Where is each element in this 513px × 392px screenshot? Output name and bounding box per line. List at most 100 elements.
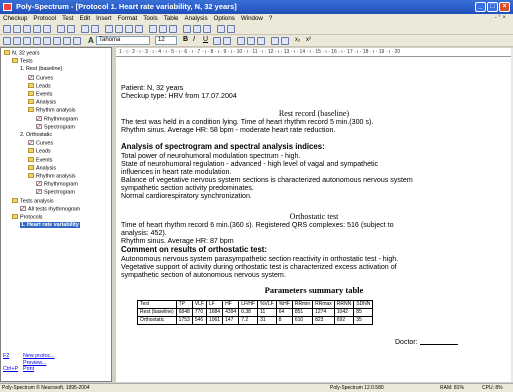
mdi-controls[interactable]: - ° × [492,14,509,23]
leads-icon[interactable] [115,25,123,33]
menu-table[interactable]: Table [161,14,182,23]
tree-item-label: Curves [36,75,54,82]
tree-item[interactable]: Rhythm analysis [28,107,76,114]
preview-link[interactable]: Preview... [23,360,46,366]
print-link[interactable]: Print [23,366,34,372]
table-header-cell: TP [175,300,193,309]
tree-item[interactable]: Spectrogram [36,123,75,131]
menu-protocol[interactable]: Protocol [30,14,59,23]
menu-help[interactable]: ? [266,14,275,23]
spectrogram-line-3: influences in heart rate modulation. [121,168,232,176]
print-icon[interactable] [33,25,41,33]
tree-item[interactable]: Rhythmogram [36,181,78,188]
tree-item[interactable]: Rhythm analysis [28,173,76,180]
minimize-button[interactable]: _ [475,2,486,12]
tree-item[interactable]: Protocols [12,214,42,221]
redo-icon[interactable] [53,37,61,45]
table-icon[interactable] [193,25,201,33]
record-icon[interactable] [57,25,65,33]
marker-icon[interactable] [135,25,143,33]
font-name-select[interactable]: Tahoma [96,36,150,45]
paste-icon[interactable] [33,37,41,45]
align-left-icon[interactable] [237,37,245,45]
tree-item[interactable]: Analysis [28,99,56,106]
tree-item[interactable]: Spectrogram [36,189,75,196]
highlight-icon[interactable] [223,37,231,45]
scale-icon[interactable] [169,25,177,33]
menu-analysis[interactable]: Analysis [182,14,211,23]
tree-item[interactable]: 2. Orthostatic [20,132,52,139]
table-header-cell: %HF [275,300,293,309]
table-header-cell: RRmin [291,300,314,309]
filter-icon[interactable] [125,25,133,33]
subscript-icon[interactable]: x₂ [295,37,300,43]
spectrum-icon[interactable] [227,25,235,33]
align-center-icon[interactable] [247,37,255,45]
menu-format[interactable]: Format [115,14,141,23]
new-icon[interactable] [3,25,11,33]
tree-item[interactable]: Events [28,91,52,98]
menu-tools[interactable]: Tools [140,14,160,23]
tree-item[interactable]: Events [28,156,52,164]
tree-item[interactable]: All tests rhythmogram [20,205,80,213]
find-icon[interactable] [63,37,71,45]
curve-icon [36,123,42,129]
list-icon[interactable] [271,37,279,45]
analysis-icon[interactable] [217,25,225,33]
copy-icon[interactable] [23,37,31,45]
close-button[interactable]: × [499,2,510,12]
menu-edit[interactable]: Edit [76,14,93,23]
tree-item[interactable]: Leads [28,148,51,155]
open-icon[interactable] [13,25,21,33]
grid-icon[interactable] [159,25,167,33]
color-icon[interactable] [213,37,221,45]
cut-icon[interactable] [3,37,11,45]
shortcut-key: F2 [3,353,10,359]
spectrogram-line-2: State of neurohumoral regulation - advan… [121,160,379,168]
tree-item[interactable]: Tests analysis [12,197,54,205]
table-cell: 692 [333,316,355,325]
undo-icon[interactable] [43,37,51,45]
protocol-document[interactable]: Patient: N, 32 years Checkup type: HRV f… [116,57,512,382]
superscript-icon[interactable]: x² [306,37,311,43]
menu-test[interactable]: Test [59,14,76,23]
italic-icon[interactable]: I [193,36,195,43]
text-style-icon[interactable]: A [88,36,94,45]
tree-item[interactable]: Curves [28,140,53,147]
table-cell: 35 [353,316,374,325]
menu-window[interactable]: Window [238,14,266,23]
ruler[interactable]: · 1 · ı · 2 · ı · 3 · ı · 4 · ı · 5 · ı … [116,48,512,57]
replace-icon[interactable] [73,37,81,45]
stop-icon[interactable] [67,25,75,33]
signature-underline [419,344,458,345]
underline-icon[interactable]: U [203,36,208,43]
menu-insert[interactable]: Insert [93,14,114,23]
tree-item[interactable]: Analysis [28,164,56,172]
tree-item[interactable]: N, 32 years [4,50,40,57]
tree-item[interactable]: Curves [28,74,54,82]
bold-icon[interactable]: B [183,36,188,43]
menu-options[interactable]: Options [211,14,238,23]
tree-item[interactable]: 1. Rest (baseline) [20,66,62,73]
window-icon[interactable] [183,25,191,33]
folder-icon [12,214,18,219]
zoom-icon[interactable] [105,25,113,33]
tree-item[interactable]: 1. Heart rate variability [20,222,80,229]
checkup-tree-panel: N, 32 years Tests 1. Rest (baseline) Curves… [0,47,112,382]
align-right-icon[interactable] [257,37,265,45]
tree-item[interactable]: Rhythmogram [36,115,78,123]
curve-icon[interactable] [149,25,157,33]
menu-checkup[interactable]: Checkup [0,14,30,23]
report-icon[interactable] [203,25,211,33]
tree-item[interactable]: Leads [28,82,51,90]
maximize-button[interactable]: □ [487,2,498,12]
tree-item[interactable]: Tests [12,58,33,65]
new-protocol-link[interactable]: New protoc... [23,353,55,359]
monitor-icon[interactable] [81,25,89,33]
chart-icon[interactable] [91,25,99,33]
indent-icon[interactable] [281,37,289,45]
preview-icon[interactable] [43,25,51,33]
font-size-select[interactable]: 12 [155,36,177,45]
save-icon[interactable] [23,25,31,33]
binoculars-icon[interactable] [13,37,21,45]
